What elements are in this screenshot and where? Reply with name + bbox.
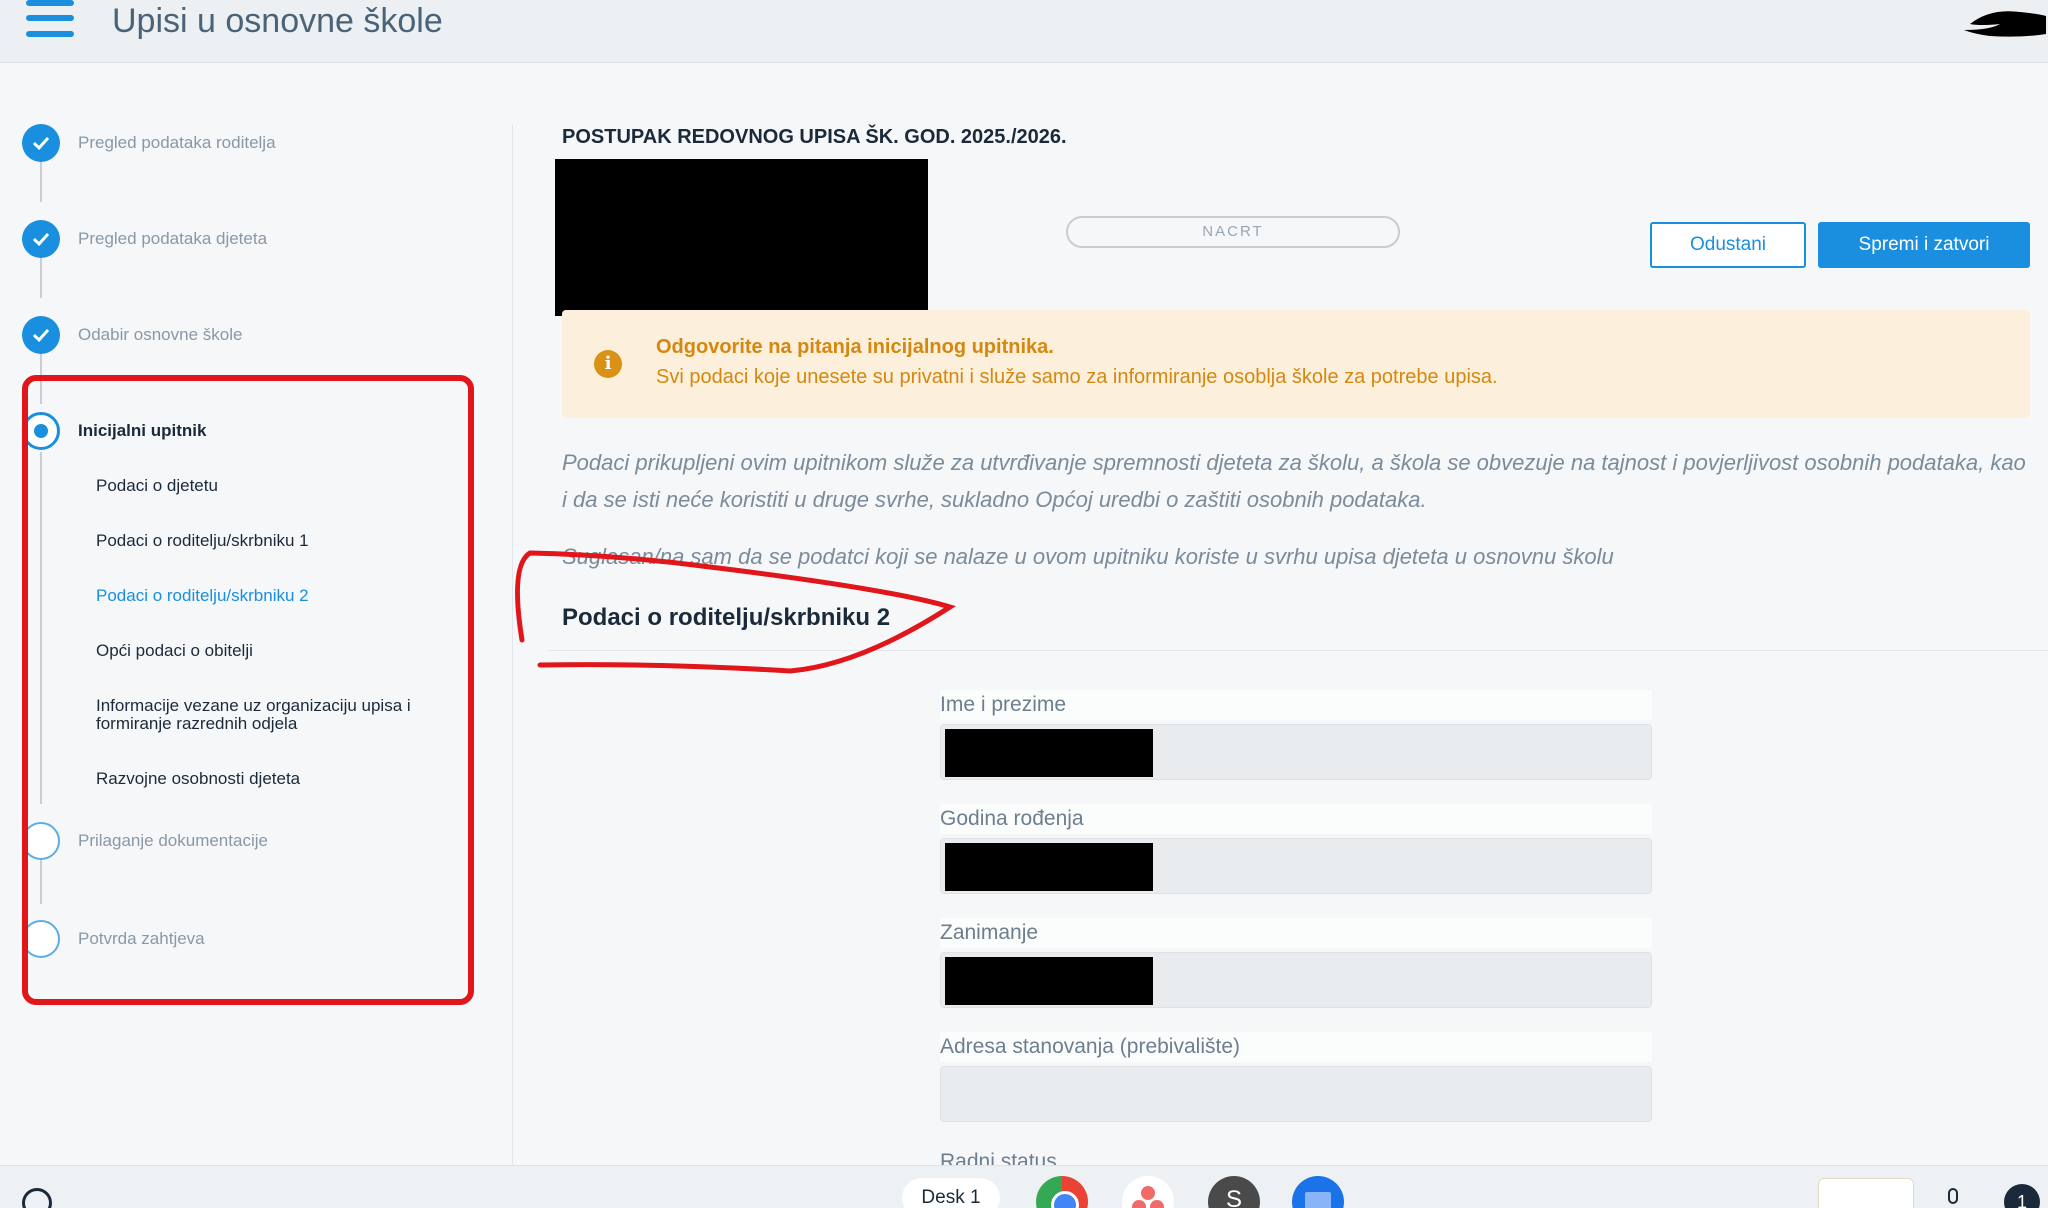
menu-icon[interactable] — [26, 0, 74, 40]
page-title: Upisi u osnovne škole — [112, 2, 443, 40]
step-initial-questionnaire[interactable]: Inicijalni upitnik — [22, 412, 206, 450]
files-icon[interactable] — [1292, 1176, 1344, 1208]
check-icon — [22, 220, 60, 258]
step-label: Pregled podataka roditelja — [78, 133, 276, 152]
check-icon — [22, 316, 60, 354]
microphone-icon[interactable] — [1948, 1188, 1958, 1204]
launcher-icon[interactable] — [22, 1188, 52, 1208]
section-divider — [548, 650, 2048, 651]
redacted-value — [945, 843, 1153, 891]
chrome-icon[interactable] — [1036, 1176, 1088, 1208]
app-header: Upisi u osnovne škole — [0, 0, 2048, 63]
step-label: Inicijalni upitnik — [78, 421, 207, 440]
substep-family-data[interactable]: Opći podaci o obitelji — [96, 642, 426, 660]
desk-switcher[interactable]: Desk 1 — [902, 1178, 1000, 1208]
step-parent-data[interactable]: Pregled podataka roditelja — [22, 124, 276, 162]
s-app-icon[interactable]: S — [1208, 1176, 1260, 1208]
status-badge: NACRT — [1066, 216, 1400, 248]
alert-title: Odgovorite na pitanja inicijalnog upitni… — [656, 336, 1054, 358]
step-child-data[interactable]: Pregled podataka djeteta — [22, 220, 267, 258]
substep-enrollment-organization[interactable]: Informacije vezane uz organizaciju upisa… — [96, 697, 426, 733]
redacted-value — [945, 729, 1153, 777]
step-connector — [40, 452, 42, 804]
save-and-close-button[interactable]: Spremi i zatvori — [1818, 222, 2030, 268]
substep-child-data[interactable]: Podaci o djetetu — [96, 477, 426, 495]
birth-year-field[interactable] — [940, 838, 1652, 894]
redacted-value — [945, 957, 1153, 1005]
sidebar-divider — [512, 125, 513, 1165]
info-icon: i — [594, 350, 622, 378]
step-school-choice[interactable]: Odabir osnovne škole — [22, 316, 242, 354]
section-title: Podaci o roditelju/skrbniku 2 — [562, 604, 891, 631]
full-name-field[interactable] — [940, 724, 1652, 780]
address-label: Adresa stanovanja (prebivalište) — [940, 1032, 1652, 1062]
procedure-heading: POSTUPAK REDOVNOG UPISA ŠK. GOD. 2025./2… — [562, 126, 1067, 148]
occupation-label: Zanimanje — [940, 918, 1652, 948]
step-connector — [40, 258, 42, 298]
substep-guardian-1[interactable]: Podaci o roditelju/skrbniku 1 — [96, 532, 426, 550]
taskbar: Desk 1 S 1 — [0, 1165, 2048, 1208]
intro-text: Podaci prikupljeni ovim upitnikom služe … — [562, 450, 2026, 512]
current-step-icon — [22, 412, 60, 450]
step-label: Pregled podataka djeteta — [78, 229, 268, 248]
pending-step-icon — [22, 920, 60, 958]
asana-icon[interactable] — [1122, 1176, 1174, 1208]
occupation-field[interactable] — [940, 952, 1652, 1008]
step-label: Prilaganje dokumentacije — [78, 831, 268, 850]
pending-step-icon — [22, 822, 60, 860]
step-connector — [40, 354, 42, 404]
check-icon — [22, 124, 60, 162]
info-alert: i Odgovorite na pitanja inicijalnog upit… — [562, 310, 2030, 418]
redaction-scribble — [1964, 11, 2046, 37]
consent-text: Suglasan/na sam da se podatci koji se na… — [562, 544, 1614, 569]
substep-guardian-2[interactable]: Podaci o roditelju/skrbniku 2 — [96, 587, 426, 605]
step-label: Potvrda zahtjeva — [78, 929, 205, 948]
cancel-button[interactable]: Odustani — [1650, 222, 1806, 268]
birth-year-label: Godina rođenja — [940, 804, 1652, 834]
step-documents[interactable]: Prilaganje dokumentacije — [22, 822, 268, 860]
full-name-label: Ime i prezime — [940, 690, 1652, 720]
address-field[interactable] — [940, 1066, 1652, 1122]
step-confirmation[interactable]: Potvrda zahtjeva — [22, 920, 205, 958]
alert-text: Svi podaci koje unesete su privatni i sl… — [656, 366, 1498, 388]
notification-badge[interactable]: 1 — [2004, 1184, 2040, 1208]
step-label: Odabir osnovne škole — [78, 325, 243, 344]
substep-child-development[interactable]: Razvojne osobnosti djeteta — [96, 770, 426, 788]
window-thumbnail[interactable] — [1818, 1178, 1914, 1208]
redacted-block — [555, 159, 928, 316]
step-connector — [40, 162, 42, 202]
